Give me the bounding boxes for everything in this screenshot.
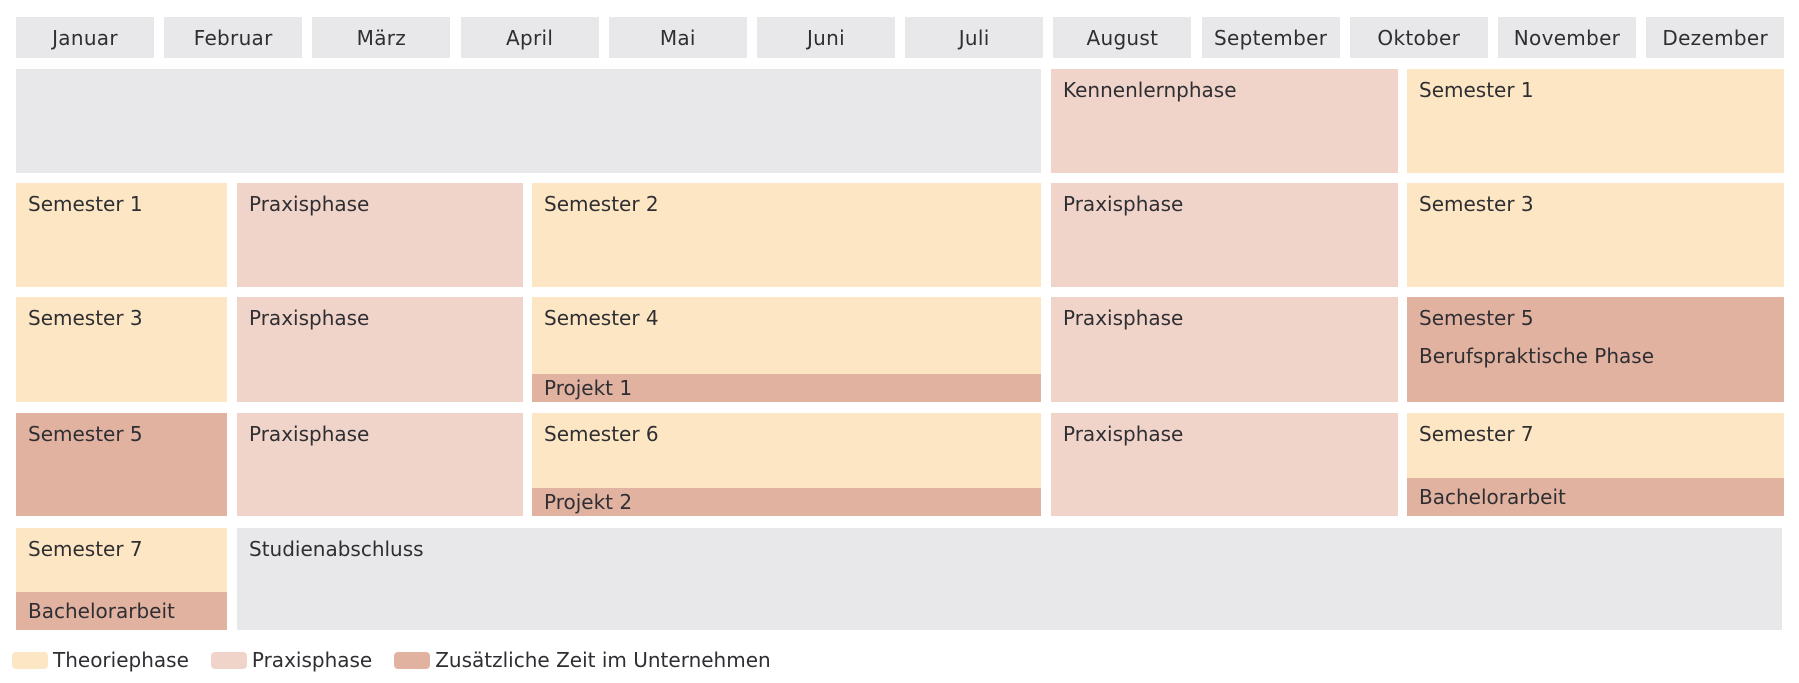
phase-label: Praxisphase — [249, 306, 370, 330]
phase-label: Semester 1 — [1419, 78, 1534, 102]
band-bachelorarbeit: Bachelorarbeit — [16, 592, 227, 630]
phase-block-semester-1: Semester 1 — [16, 183, 227, 287]
phase-block-semester-2: Semester 2 — [532, 183, 1041, 287]
phase-label: Semester 3 — [28, 306, 143, 330]
phase-block-semester-4: Semester 4 Projekt 1 — [532, 297, 1041, 402]
phase-block-semester-1: Semester 1 — [1407, 69, 1784, 173]
phase-block-praxisphase: Praxisphase — [1051, 297, 1398, 402]
phase-label: Semester 5 — [28, 422, 143, 446]
legend-label: Praxisphase — [251, 648, 373, 672]
phase-label: Praxisphase — [1063, 192, 1184, 216]
band-bachelorarbeit: Bachelorarbeit — [1407, 478, 1784, 516]
phase-label: Semester 5 — [1419, 306, 1534, 330]
phase-block-semester-3: Semester 3 — [1407, 183, 1784, 287]
phase-block-empty — [16, 69, 1041, 173]
phase-block-studienabschluss: Studienabschluss — [237, 528, 1782, 630]
phase-label: Studienabschluss — [249, 537, 424, 561]
phase-block-semester-7: Semester 7 Bachelorarbeit — [16, 528, 227, 630]
phase-block-semester-6: Semester 6 Projekt 2 — [532, 413, 1041, 516]
month-dezember: Dezember — [1646, 17, 1785, 58]
legend-item-praxisphase: Praxisphase — [210, 648, 373, 672]
phase-label: Semester 2 — [544, 192, 659, 216]
legend-swatch — [394, 651, 431, 669]
phase-label: Semester 7 — [28, 537, 143, 561]
band-projekt-1: Projekt 1 — [532, 374, 1041, 402]
month-marz: März — [312, 17, 451, 58]
phase-block-praxisphase: Praxisphase — [1051, 183, 1398, 287]
month-september: September — [1201, 17, 1340, 58]
phase-block-praxisphase: Praxisphase — [237, 413, 523, 516]
legend-label: Theoriephase — [53, 648, 189, 672]
phase-label: Semester 1 — [28, 192, 143, 216]
phase-label: Semester 6 — [544, 422, 659, 446]
phase-block-semester-7: Semester 7 Bachelorarbeit — [1407, 413, 1784, 516]
phase-label: Praxisphase — [249, 422, 370, 446]
phase-block-semester-3: Semester 3 — [16, 297, 227, 402]
band-projekt-2: Projekt 2 — [532, 488, 1041, 516]
month-august: August — [1053, 17, 1192, 58]
month-november: November — [1498, 17, 1636, 58]
phase-label: Semester 3 — [1419, 192, 1534, 216]
phase-block-praxisphase: Praxisphase — [1051, 413, 1398, 516]
phase-label: Praxisphase — [249, 192, 370, 216]
phase-label: Praxisphase — [1063, 422, 1184, 446]
month-februar: Februar — [164, 17, 303, 58]
phase-label: Praxisphase — [1063, 306, 1184, 330]
month-april: April — [460, 17, 599, 58]
phase-block-semester-5: Semester 5 Berufspraktische Phase — [1407, 297, 1784, 402]
month-januar: Januar — [16, 17, 154, 58]
legend-swatch — [210, 651, 247, 669]
month-juni: Juni — [757, 17, 895, 58]
phase-label: Kennenlernphase — [1063, 78, 1237, 102]
month-mai: Mai — [608, 17, 747, 58]
legend: Theoriephase Praxisphase Zusätzliche Zeit … — [12, 648, 793, 672]
phase-block-semester-5: Semester 5 — [16, 413, 227, 516]
month-oktober: Oktober — [1349, 17, 1488, 58]
legend-item-theoriephase: Theoriephase — [12, 648, 189, 672]
legend-item-zusatzliche-zeit-im-unternehmen: Zusätzliche Zeit im Unternehmen — [394, 648, 771, 672]
phase-block-praxisphase: Praxisphase — [237, 183, 523, 287]
phase-label: Berufspraktische Phase — [1419, 344, 1655, 368]
legend-swatch — [12, 651, 48, 669]
phase-block-praxisphase: Praxisphase — [237, 297, 523, 402]
phase-label: Semester 4 — [544, 306, 659, 330]
phase-block-kennenlernphase: Kennenlernphase — [1051, 69, 1398, 173]
month-juli: Juli — [905, 17, 1044, 58]
legend-label: Zusätzliche Zeit im Unternehmen — [435, 648, 771, 672]
phase-label: Semester 7 — [1419, 422, 1534, 446]
